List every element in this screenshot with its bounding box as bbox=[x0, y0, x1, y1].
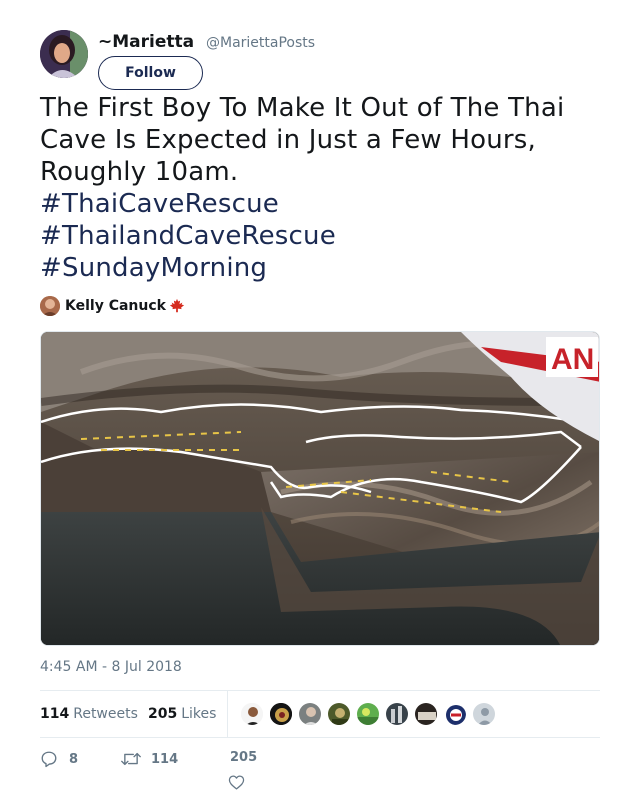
channel-logo-text: AN bbox=[551, 343, 594, 376]
retweet-count: 114 bbox=[151, 751, 179, 767]
tweet-timestamp[interactable]: 4:45 AM - 8 Jul 2018 bbox=[40, 659, 182, 675]
stats-divider bbox=[227, 691, 228, 737]
retweets-label: Retweets bbox=[73, 706, 138, 722]
credit-name: Kelly Canuck bbox=[65, 298, 166, 314]
hashtag-link[interactable]: #ThailandCaveRescue bbox=[40, 220, 610, 252]
reply-count: 8 bbox=[69, 751, 79, 767]
tweet-card: ~Marietta @MariettaPosts Follow The Firs… bbox=[0, 0, 640, 799]
tweet-media-image[interactable]: AN bbox=[40, 331, 600, 646]
like-count: 205 bbox=[230, 750, 258, 765]
credit-avatar bbox=[40, 296, 60, 316]
heart-icon bbox=[228, 775, 245, 790]
hashtag-link[interactable]: #SundayMorning bbox=[40, 252, 610, 284]
liker-avatar[interactable] bbox=[443, 702, 467, 726]
author-display-name[interactable]: ~Marietta bbox=[98, 32, 194, 52]
tweet-text-line: The First Boy To Make It Out of The Thai bbox=[40, 93, 565, 123]
likes-label: Likes bbox=[181, 706, 217, 722]
likes-stat[interactable]: 205 Likes bbox=[148, 706, 216, 722]
liker-avatar[interactable] bbox=[269, 702, 293, 726]
reply-icon bbox=[41, 751, 57, 768]
hashtag-link[interactable]: #ThaiCaveRescue bbox=[40, 188, 610, 220]
like-count-label[interactable]: 205 bbox=[230, 750, 257, 765]
author-avatar[interactable] bbox=[40, 30, 88, 78]
retweets-count: 114 bbox=[40, 706, 70, 722]
tweet-text-line: Cave Is Expected in Just a Few Hours, bbox=[40, 125, 536, 155]
retweets-stat[interactable]: 114 Retweets bbox=[40, 706, 138, 722]
tweet-text: The First Boy To Make It Out of The Thai… bbox=[40, 92, 610, 284]
author-handle[interactable]: @MariettaPosts bbox=[206, 35, 315, 51]
liker-avatar[interactable] bbox=[240, 702, 264, 726]
reply-button[interactable]: 8 bbox=[40, 750, 78, 768]
likes-count: 205 bbox=[148, 706, 178, 722]
retweet-button[interactable]: 114 bbox=[121, 750, 178, 768]
maple-leaf-icon bbox=[169, 298, 185, 313]
media-credit[interactable]: Kelly Canuck bbox=[40, 295, 186, 317]
retweet-icon bbox=[121, 752, 141, 766]
liker-avatar[interactable] bbox=[385, 702, 409, 726]
follow-button[interactable]: Follow bbox=[98, 56, 203, 90]
liker-avatar[interactable] bbox=[298, 702, 322, 726]
liker-avatar[interactable] bbox=[472, 702, 496, 726]
liker-avatar[interactable] bbox=[327, 702, 351, 726]
liker-avatar[interactable] bbox=[414, 702, 438, 726]
liker-avatar[interactable] bbox=[356, 702, 380, 726]
engagement-stats: 114 Retweets 205 Likes bbox=[40, 690, 600, 738]
like-button[interactable] bbox=[228, 774, 245, 791]
tweet-text-line: Roughly 10am. bbox=[40, 157, 239, 187]
